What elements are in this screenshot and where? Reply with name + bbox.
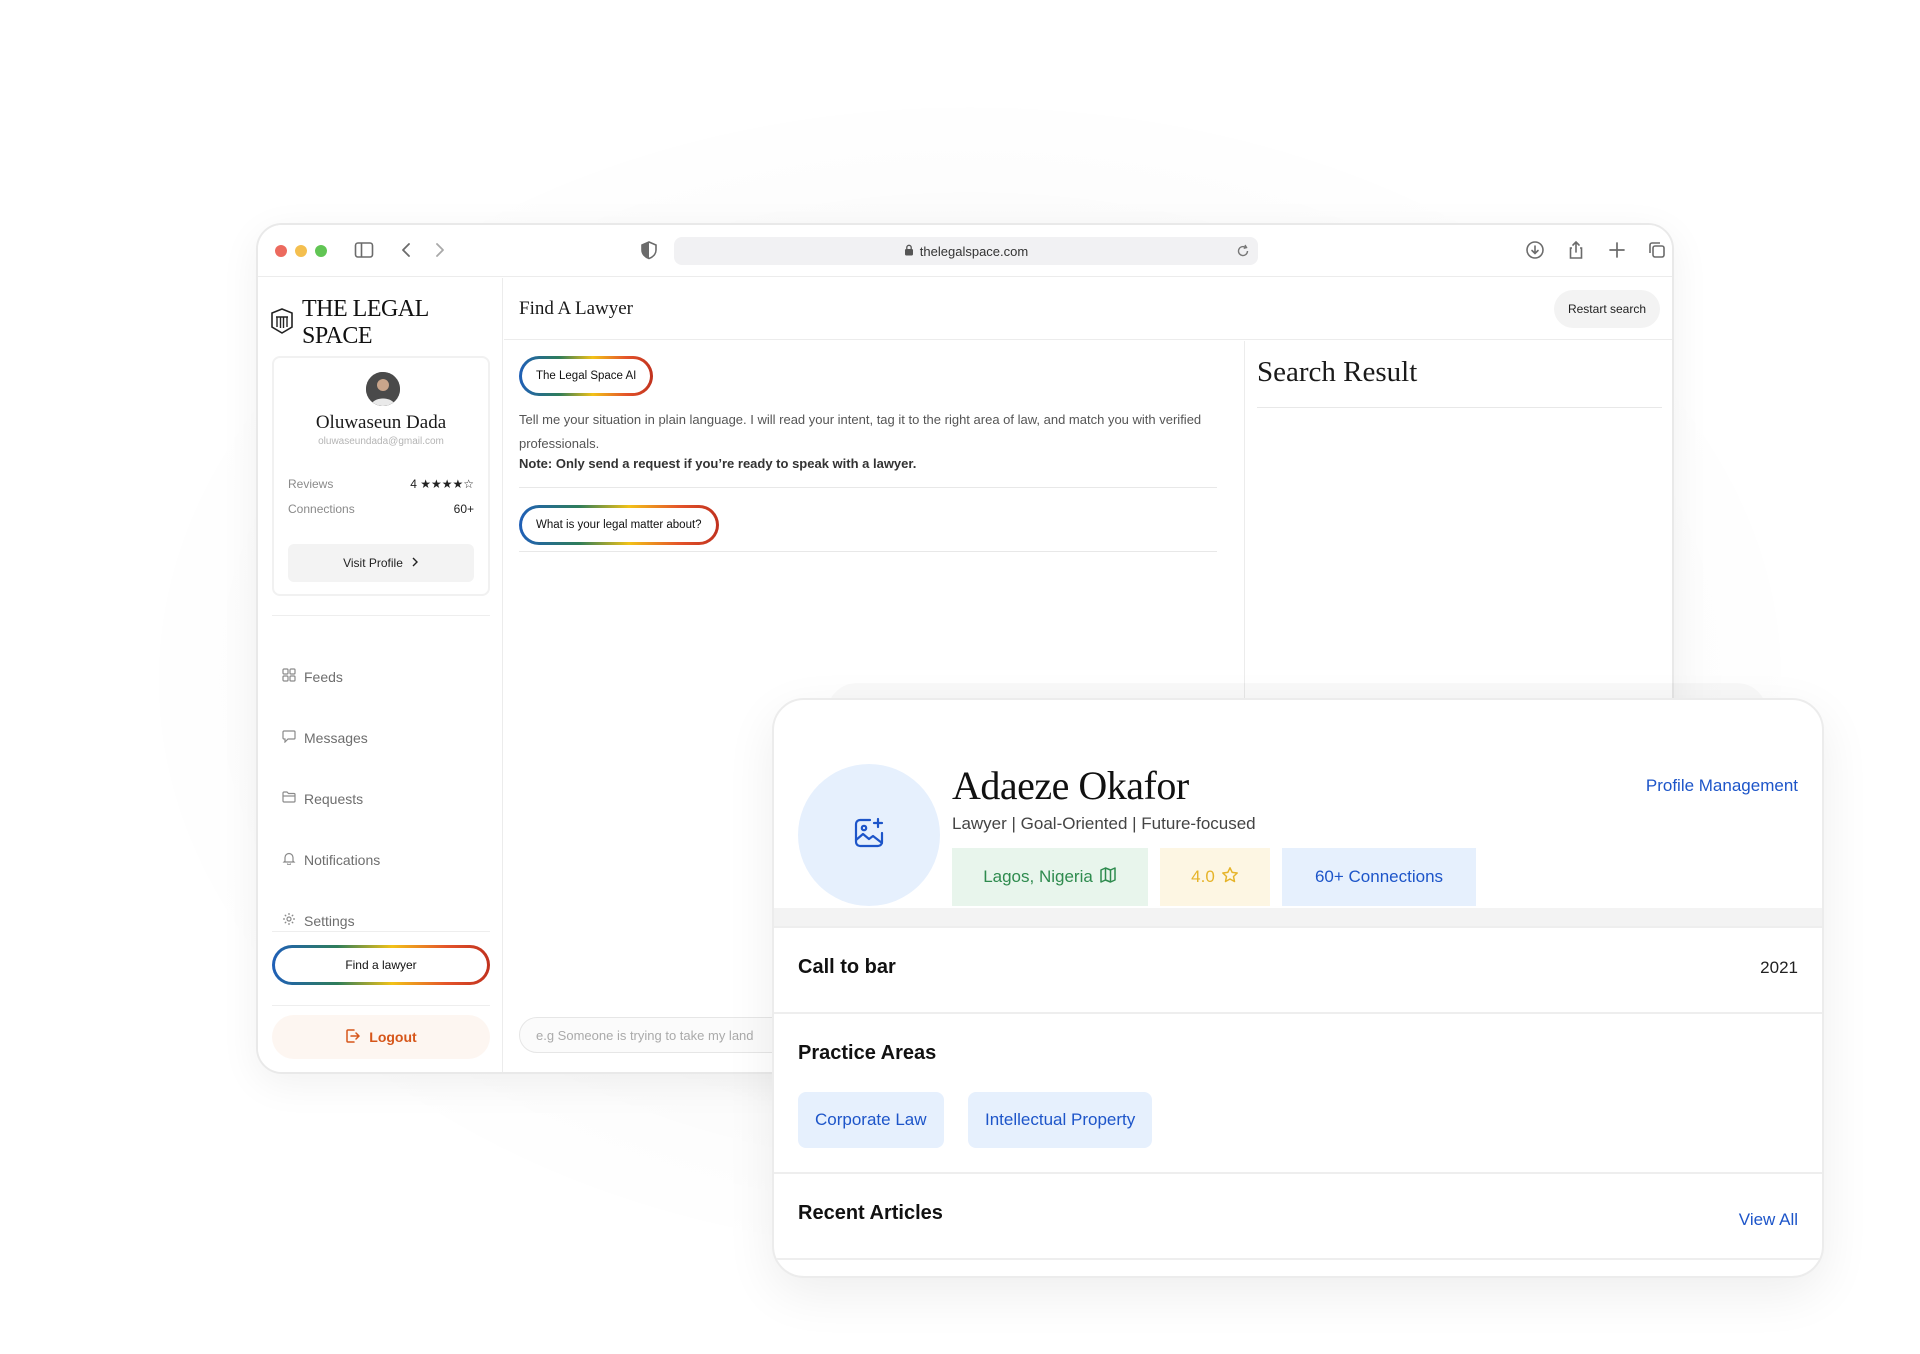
main-header: Find A Lawyer Restart search [504, 278, 1672, 340]
address-bar[interactable]: thelegalspace.com [674, 237, 1258, 265]
nav-item-settings[interactable]: Settings [282, 912, 355, 929]
suggested-question-button[interactable]: What is your legal matter about? [519, 505, 719, 545]
divider [272, 1005, 490, 1006]
close-window-button[interactable] [275, 245, 287, 257]
brand-name: THE LEGAL SPACE [302, 296, 428, 349]
back-icon[interactable] [396, 239, 418, 266]
pillar-logo-icon [270, 307, 294, 339]
rating-text: 4.0 [1191, 867, 1215, 886]
ai-note: Note: Only send a request if you’re read… [519, 456, 917, 471]
nav-item-notifications[interactable]: Notifications [282, 851, 380, 868]
app-sidebar: THE LEGAL SPACE Oluwaseun Dada oluwaseun… [258, 278, 503, 1072]
nav-item-messages[interactable]: Messages [282, 729, 368, 746]
visit-profile-label: Visit Profile [343, 556, 403, 570]
lawyer-name: Adaeze Okafor [952, 763, 1189, 808]
reviews-label: Reviews [288, 477, 334, 491]
user-profile-card: Oluwaseun Dada oluwaseundada@gmail.com R… [272, 356, 490, 596]
user-name: Oluwaseun Dada [315, 412, 447, 433]
map-icon [1099, 866, 1117, 889]
grid-icon [282, 668, 296, 685]
minimize-window-button[interactable] [295, 245, 307, 257]
nav-label: Notifications [304, 851, 381, 868]
call-to-bar-label: Call to bar [798, 956, 896, 978]
practice-area-chip[interactable]: Intellectual Property [968, 1092, 1153, 1148]
nav-label: Feeds [304, 668, 343, 685]
nav-item-feeds[interactable]: Feeds [282, 668, 343, 685]
lock-icon [904, 244, 914, 259]
search-results-title: Search Result [1257, 356, 1418, 388]
privacy-shield-icon[interactable] [638, 239, 660, 266]
lawyer-profile-card: Adaeze Okafor Lawyer | Goal-Oriented | F… [772, 698, 1824, 1278]
ai-badge: The Legal Space AI [519, 356, 653, 396]
divider [272, 615, 490, 616]
practice-area-chip[interactable]: Corporate Law [798, 1092, 944, 1148]
section-divider [774, 1258, 1822, 1276]
nav-label: Requests [304, 790, 364, 807]
lawyer-tagline: Lawyer | Goal-Oriented | Future-focused [952, 814, 1256, 833]
download-icon[interactable] [1524, 239, 1546, 266]
page-title: Find A Lawyer [519, 298, 633, 319]
window-controls [275, 245, 327, 257]
connections-badge: 60+ Connections [1282, 848, 1476, 906]
practice-areas-label: Practice Areas [798, 1042, 937, 1064]
nav-item-requests[interactable]: Requests [282, 790, 363, 807]
section-band [774, 908, 1822, 926]
sidebar-toggle-icon[interactable] [353, 239, 375, 266]
chevron-right-icon [411, 556, 419, 570]
ai-intro-message: Tell me your situation in plain language… [519, 412, 1202, 451]
maximize-window-button[interactable] [315, 245, 327, 257]
browser-toolbar: thelegalspace.com [258, 225, 1672, 277]
nav-label: Messages [304, 729, 368, 746]
location-badge: Lagos, Nigeria [952, 848, 1148, 906]
connections-value: 60+ [453, 502, 474, 516]
connections-text: 60+ Connections [1314, 867, 1444, 886]
lawyer-avatar[interactable] [798, 764, 940, 906]
view-all-link[interactable]: View All [1739, 1210, 1798, 1230]
user-email: oluwaseundada@gmail.com [318, 436, 444, 447]
logout-icon [345, 1028, 361, 1047]
chat-bubble-icon [282, 729, 296, 746]
connections-row: Connections 60+ [288, 502, 474, 516]
find-lawyer-button[interactable]: Find a lawyer [272, 945, 490, 985]
call-to-bar-year: 2021 [1760, 958, 1798, 977]
divider [272, 931, 490, 932]
new-tab-icon[interactable] [1606, 239, 1628, 266]
bell-icon [282, 851, 296, 868]
brand-logo[interactable]: THE LEGAL SPACE [270, 296, 502, 350]
logout-label: Logout [369, 1029, 417, 1045]
share-icon[interactable] [1565, 239, 1587, 266]
nav-label: Settings [304, 912, 355, 929]
url-text: thelegalspace.com [919, 243, 1029, 259]
forward-icon[interactable] [428, 239, 450, 266]
gear-icon [282, 912, 296, 929]
avatar[interactable] [366, 372, 400, 406]
reviews-value: 4 ★★★★☆ [410, 477, 474, 491]
divider [1257, 407, 1662, 408]
recent-articles-section: Recent Articles [774, 1172, 1822, 1258]
add-image-icon [852, 816, 886, 855]
star-icon [1221, 866, 1239, 889]
profile-management-link[interactable]: Profile Management [1646, 776, 1798, 796]
folder-icon [282, 790, 296, 807]
rating-badge: 4.0 [1160, 848, 1270, 906]
call-to-bar-section: Call to bar 2021 [774, 926, 1822, 1012]
divider [519, 551, 1217, 552]
recent-articles-label: Recent Articles [798, 1202, 943, 1224]
restart-search-button[interactable]: Restart search [1553, 290, 1660, 328]
find-lawyer-label: Find a lawyer [345, 958, 417, 972]
connections-label: Connections [288, 502, 355, 516]
tab-overview-icon[interactable] [1646, 239, 1668, 266]
reload-icon[interactable] [1234, 242, 1252, 263]
location-text: Lagos, Nigeria [983, 867, 1093, 886]
reviews-row: Reviews 4 ★★★★☆ [288, 477, 474, 491]
divider [519, 487, 1217, 488]
logout-button[interactable]: Logout [272, 1015, 490, 1059]
visit-profile-button[interactable]: Visit Profile [288, 544, 474, 582]
